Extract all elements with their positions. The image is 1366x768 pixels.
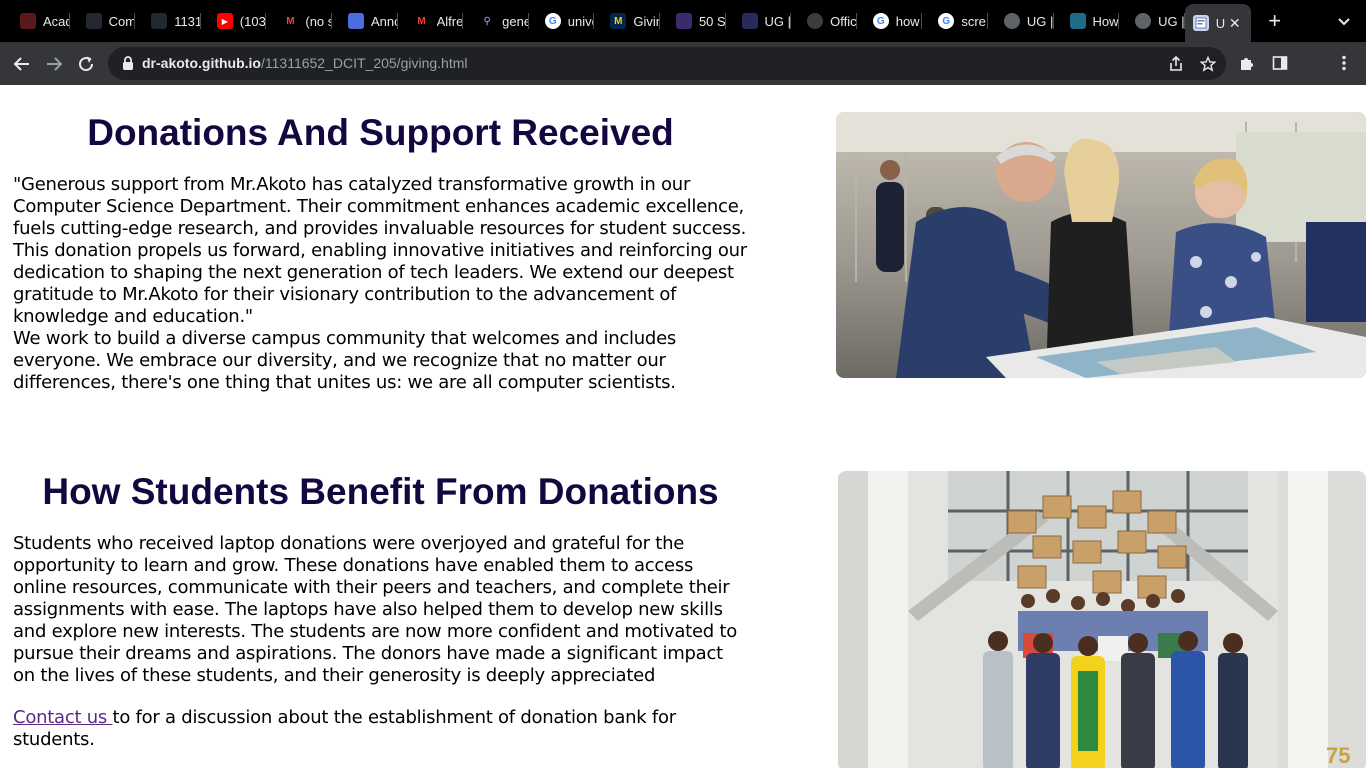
tab-4[interactable]: ▶ (103: [201, 0, 267, 42]
tab-15[interactable]: Gscre: [922, 0, 988, 42]
tab-label: How: [1092, 13, 1119, 29]
tab-active[interactable]: U ✕: [1184, 4, 1251, 42]
tab-8[interactable]: ⚲ gene: [463, 0, 529, 42]
search-icon: ⚲: [483, 15, 491, 27]
browser-toolbar: dr-akoto.github.io/11311652_DCIT_205/giv…: [0, 42, 1366, 85]
back-button[interactable]: [9, 51, 35, 77]
tab-18[interactable]: UG |: [1119, 0, 1185, 42]
bookmark-star-icon[interactable]: [1198, 54, 1218, 74]
tab-label: unive: [567, 13, 595, 29]
tab-label: 1131: [174, 13, 201, 29]
close-tab-icon[interactable]: ✕: [1227, 15, 1243, 31]
tab-12[interactable]: UG |: [726, 0, 792, 42]
tab-13[interactable]: Offic: [791, 0, 857, 42]
tab-label: Acad: [43, 13, 70, 29]
tab-search-chevron-icon[interactable]: [1334, 11, 1354, 31]
contact-line: Contact us to for a discussion about the…: [13, 707, 748, 751]
site-logo-icon: [675, 13, 692, 29]
tab-label: Givin: [633, 13, 660, 29]
tab-label: gene: [502, 13, 529, 29]
site-logo-icon: [1069, 13, 1086, 29]
url-host: dr-akoto.github.io: [142, 55, 261, 71]
donations-heading: Donations And Support Received: [87, 112, 674, 153]
svg-text:75: 75: [1326, 743, 1350, 768]
page-content: Donations And Support Received "Generous…: [0, 85, 1366, 768]
back-arrow-icon: [13, 57, 29, 71]
lock-icon: [123, 56, 133, 70]
tab-label: 50 S: [698, 13, 726, 29]
globe-icon: [1003, 13, 1020, 29]
dark-logo-icon: [20, 13, 36, 29]
benefits-paragraph: Students who received laptop donations w…: [13, 533, 738, 686]
tab-3[interactable]: 1131: [135, 0, 201, 42]
reload-button[interactable]: [73, 51, 99, 77]
tab-label: UG |: [1158, 13, 1185, 29]
tab-6[interactable]: Anno: [332, 0, 398, 42]
donation-signing-photo: [836, 112, 1366, 378]
tab-1[interactable]: Acad: [4, 0, 70, 42]
tab-label: UG |: [1026, 13, 1054, 29]
tab-label: (no s: [305, 13, 332, 29]
site-page-icon: [1192, 15, 1209, 31]
globe-icon: [1135, 13, 1152, 29]
youtube-icon: ▶: [216, 13, 233, 29]
tab-label: UG |: [764, 13, 792, 29]
tab-label: how: [895, 13, 920, 29]
diversity-paragraph: We work to build a diverse campus commun…: [13, 328, 677, 393]
tab-label: scre: [961, 13, 986, 29]
tab-17[interactable]: How: [1054, 0, 1120, 42]
browser-tab-strip: AcadCom1131▶(103M(no sAnnoMAlfre⚲geneGun…: [0, 0, 1366, 42]
share-icon[interactable]: [1166, 54, 1186, 74]
tab-9[interactable]: Gunive: [529, 0, 595, 42]
extensions-puzzle-icon[interactable]: [1237, 53, 1257, 73]
google-icon: G: [872, 13, 889, 29]
tab-2[interactable]: Com: [70, 0, 136, 42]
gmail-icon: M: [413, 13, 430, 29]
forward-button[interactable]: [41, 51, 67, 77]
michigan-m-icon: M: [610, 13, 627, 29]
address-bar[interactable]: dr-akoto.github.io/11311652_DCIT_205/giv…: [108, 47, 1226, 80]
tab-label: Alfre: [436, 13, 464, 29]
donations-text: "Generous support from Mr.Akoto has cata…: [13, 174, 748, 394]
tab-10[interactable]: M Givin: [594, 0, 660, 42]
tab-label: Com: [108, 13, 136, 29]
tab-16[interactable]: UG |: [988, 0, 1054, 42]
circle-icon: [807, 13, 824, 29]
side-panel-icon[interactable]: [1270, 53, 1290, 73]
tab-list: AcadCom1131▶(103M(no sAnnoMAlfre⚲geneGun…: [4, 0, 1185, 42]
github-icon: [85, 13, 102, 29]
tab-label: Offic: [830, 13, 857, 29]
benefits-heading: How Students Benefit From Donations: [42, 471, 719, 512]
google-icon: G: [544, 13, 561, 29]
new-tab-button[interactable]: +: [1261, 7, 1289, 35]
gmail-icon: M: [282, 13, 299, 29]
contact-us-link[interactable]: Contact us: [13, 707, 113, 728]
reload-icon: [79, 56, 94, 72]
contact-line-text: to for a discussion about the establishm…: [13, 707, 676, 750]
tab-7[interactable]: M Alfre: [398, 0, 464, 42]
url-text: dr-akoto.github.io/11311652_DCIT_205/giv…: [142, 55, 467, 71]
document-icon: [347, 13, 364, 29]
menu-kebab-icon[interactable]: [1334, 53, 1354, 73]
dots-icon: [741, 13, 758, 29]
tab-label: Anno: [370, 13, 398, 29]
tab-label: (103: [239, 13, 266, 29]
benefits-text: Students who received laptop donations w…: [13, 533, 748, 751]
github-icon: [151, 13, 168, 29]
url-path: /11311652_DCIT_205/giving.html: [260, 55, 468, 71]
tab-5[interactable]: M (no s: [266, 0, 332, 42]
tab-11[interactable]: 50 S: [660, 0, 726, 42]
google-icon: G: [938, 13, 955, 29]
students-laptop-group-photo: 75: [838, 471, 1366, 768]
tab-14[interactable]: Ghow: [857, 0, 923, 42]
donations-quote-paragraph: "Generous support from Mr.Akoto has cata…: [13, 174, 747, 327]
forward-arrow-icon: [47, 57, 63, 71]
